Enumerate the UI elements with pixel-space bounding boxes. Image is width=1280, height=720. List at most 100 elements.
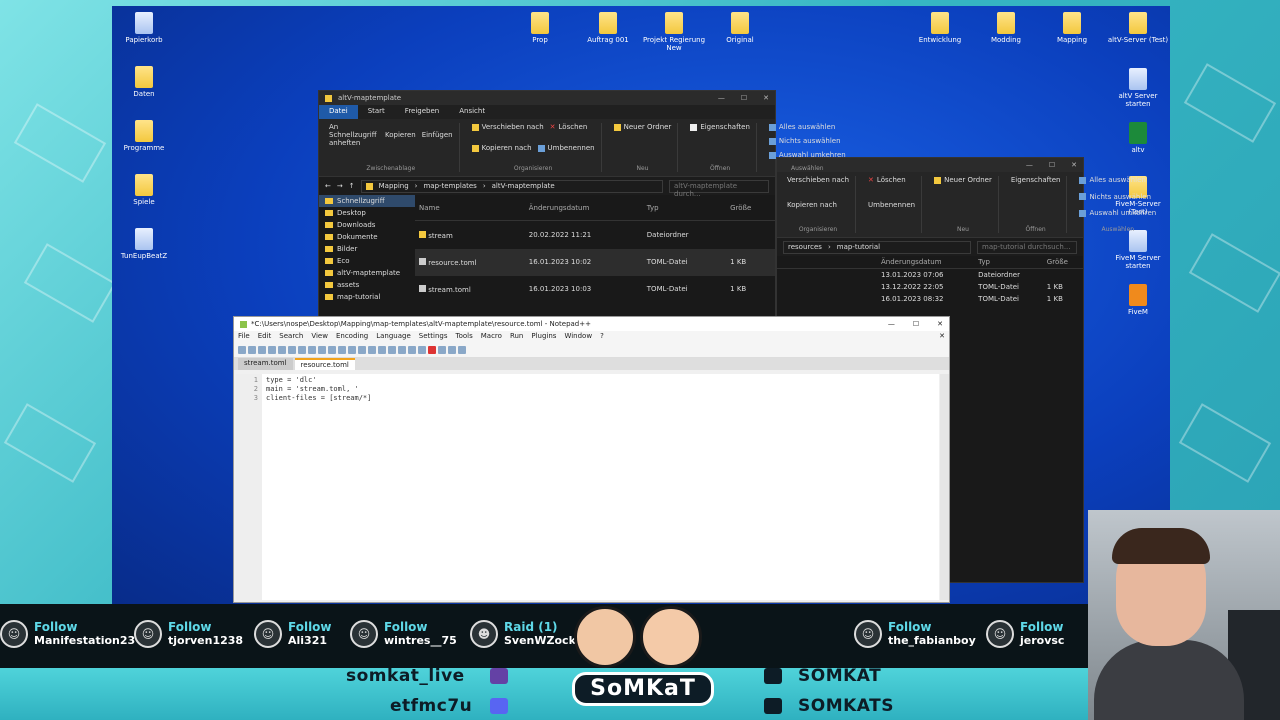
code-line[interactable]: client-files = [stream/*] [266, 394, 371, 403]
nav-item-pictures[interactable]: Bilder [319, 243, 415, 255]
replace-icon[interactable] [368, 346, 376, 354]
search-input[interactable]: altV-maptemplate durch... [669, 179, 769, 198]
desktop-icon[interactable]: Papierkorb [112, 12, 176, 44]
table-row[interactable]: stream.toml 16.01.2023 10:03 TOML-Datei 1 K… [415, 276, 775, 303]
menu-help[interactable]: ? [600, 332, 604, 343]
wrap-icon[interactable] [408, 346, 416, 354]
play-macro-icon[interactable] [448, 346, 456, 354]
stop-macro-icon[interactable] [438, 346, 446, 354]
close-icon[interactable]: ✕ [939, 332, 945, 343]
redo-icon[interactable] [348, 346, 356, 354]
copy-icon[interactable] [318, 346, 326, 354]
delete-button[interactable]: ✕ Löschen [550, 123, 588, 131]
code-line[interactable]: main = 'stream.toml, ' [266, 385, 371, 394]
desktop-icon[interactable]: Auftrag 001 [576, 12, 640, 44]
column-size[interactable]: Größe [726, 195, 775, 222]
copy-button[interactable]: Kopieren [385, 123, 416, 147]
notepad-window[interactable]: *C:\Users\nospe\Desktop\Mapping\map-temp… [233, 316, 950, 603]
nav-item-documents[interactable]: Dokumente [319, 231, 415, 243]
desktop-icon[interactable]: altv [1106, 122, 1170, 154]
column-type[interactable]: Typ [642, 195, 727, 222]
menu-encoding[interactable]: Encoding [336, 332, 368, 343]
maximize-icon[interactable]: ☐ [913, 320, 919, 328]
pin-quick-access-button[interactable]: An Schnellzugriff anheften [329, 123, 379, 147]
code-text[interactable]: type = 'dlc' main = 'stream.toml, ' clie… [262, 374, 375, 600]
copy-to-button[interactable]: Kopieren nach [471, 144, 532, 152]
close-icon[interactable]: ✕ [937, 320, 943, 328]
properties-button[interactable]: Eigenschaften [690, 123, 750, 131]
desktop-icon[interactable]: Original [708, 12, 772, 44]
tab-stream-toml[interactable]: stream.toml [238, 358, 293, 370]
undo-icon[interactable] [338, 346, 346, 354]
copy-to-button[interactable]: Kopieren nach [787, 201, 849, 209]
menu-plugins[interactable]: Plugins [531, 332, 556, 343]
zoom-out-icon[interactable] [388, 346, 396, 354]
find-icon[interactable] [358, 346, 366, 354]
menu-tools[interactable]: Tools [456, 332, 473, 343]
tab-datei[interactable]: Datei [319, 105, 358, 119]
menu-window[interactable]: Window [564, 332, 592, 343]
desktop-icon[interactable]: Daten [112, 66, 176, 98]
desktop-icon[interactable]: Modding [974, 12, 1038, 44]
paste-icon[interactable] [328, 346, 336, 354]
desktop-icon[interactable]: Projekt Regierung New [642, 12, 706, 52]
new-folder-button[interactable]: Neuer Ordner [934, 176, 992, 184]
table-row[interactable]: stream 20.02.2022 11:21 Dateiordner [415, 221, 775, 249]
nav-item-desktop[interactable]: Desktop [319, 207, 415, 219]
menu-language[interactable]: Language [376, 332, 411, 343]
search-input[interactable]: map-tutorial durchsuch... [977, 240, 1077, 254]
menu-run[interactable]: Run [510, 332, 523, 343]
desktop-icon[interactable]: Entwicklung [908, 12, 972, 44]
close-file-icon[interactable] [278, 346, 286, 354]
zoom-in-icon[interactable] [378, 346, 386, 354]
record-macro-icon[interactable] [428, 346, 436, 354]
column-date[interactable]: Änderungsdatum [524, 195, 643, 222]
menu-settings[interactable]: Settings [419, 332, 448, 343]
save-icon[interactable] [258, 346, 266, 354]
desktop-icon[interactable]: Prop [508, 12, 572, 44]
select-none-button[interactable]: Nichts auswählen [1079, 193, 1156, 201]
tab-ansicht[interactable]: Ansicht [449, 105, 495, 119]
desktop-icon[interactable]: Mapping [1040, 12, 1104, 44]
delete-button[interactable]: ✕ Löschen [868, 176, 915, 184]
new-file-icon[interactable] [238, 346, 246, 354]
breadcrumb[interactable]: resources › map-tutorial [783, 240, 971, 254]
menu-search[interactable]: Search [279, 332, 303, 343]
menu-file[interactable]: File [238, 332, 250, 343]
nav-item-eco[interactable]: Eco [319, 255, 415, 267]
code-editor[interactable]: 1 2 3 type = 'dlc' main = 'stream.toml, … [236, 374, 939, 600]
nav-item-assets[interactable]: assets [319, 279, 415, 291]
cut-icon[interactable] [308, 346, 316, 354]
print-icon[interactable] [298, 346, 306, 354]
paste-button[interactable]: Einfügen [422, 123, 453, 147]
open-file-icon[interactable] [248, 346, 256, 354]
window-titlebar[interactable]: altV-maptemplate — ☐ ✕ [319, 91, 775, 105]
up-icon[interactable]: ↑ [349, 182, 355, 190]
select-all-button[interactable]: Alles auswählen [1079, 176, 1156, 184]
code-line[interactable]: type = 'dlc' [266, 376, 371, 385]
indent-icon[interactable] [418, 346, 426, 354]
invert-selection-button[interactable]: Auswahl umkehren [768, 151, 846, 159]
nav-item-quick-access[interactable]: Schnellzugriff [319, 195, 415, 207]
desktop-icon[interactable]: altV Server starten [1106, 68, 1170, 108]
maximize-icon[interactable]: ☐ [1049, 161, 1055, 169]
nav-item-altv-maptemplate[interactable]: altV-maptemplate [319, 267, 415, 279]
invert-selection-button[interactable]: Auswahl umkehren [1079, 209, 1156, 217]
vertical-scrollbar[interactable] [940, 374, 949, 600]
minimize-icon[interactable]: — [718, 94, 725, 102]
desktop-icon[interactable]: TunEupBeatZ [112, 228, 176, 260]
forward-icon[interactable]: → [337, 182, 343, 190]
back-icon[interactable]: ← [325, 182, 331, 190]
move-to-button[interactable]: Verschieben nach [471, 123, 544, 131]
desktop-icon[interactable]: Programme [112, 120, 176, 152]
minimize-icon[interactable]: — [888, 320, 895, 328]
properties-button[interactable]: Eigenschaften [1011, 176, 1061, 184]
nav-item-downloads[interactable]: Downloads [319, 219, 415, 231]
table-row[interactable]: 13.12.2022 22:05 TOML-Datei 1 KB [777, 281, 1083, 293]
maximize-icon[interactable]: ☐ [741, 94, 747, 102]
menu-view[interactable]: View [311, 332, 328, 343]
desktop-icon[interactable]: FiveM [1106, 284, 1170, 316]
close-icon[interactable]: ✕ [1071, 161, 1077, 169]
nav-item-map-tutorial[interactable]: map-tutorial [319, 291, 415, 303]
desktop-icon[interactable]: FiveM Server starten [1106, 230, 1170, 270]
